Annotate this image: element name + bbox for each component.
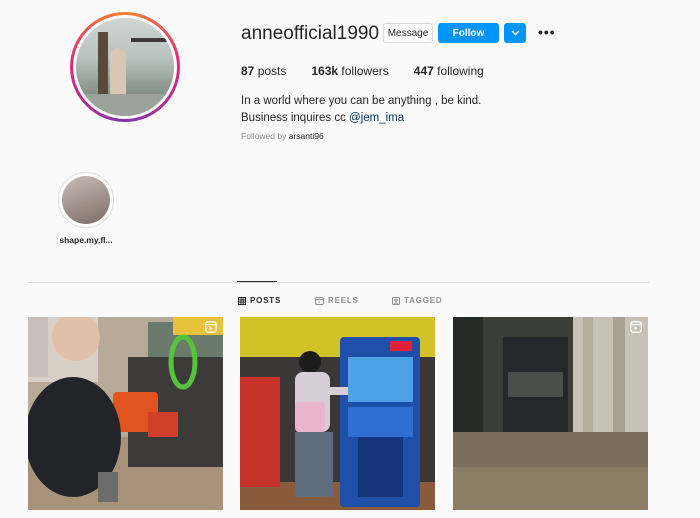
post-thumbnail[interactable] [453, 317, 648, 510]
suggestions-dropdown-button[interactable] [504, 23, 526, 43]
bio-mention-link[interactable]: @jem_ima [349, 112, 404, 124]
tab-posts[interactable]: POSTS [238, 296, 281, 305]
profile-avatar[interactable] [70, 12, 180, 122]
post-thumbnail[interactable] [240, 317, 435, 510]
tab-tagged[interactable]: TAGGED [392, 296, 442, 305]
post-image [28, 317, 223, 510]
avatar-image [76, 18, 174, 116]
followed-by-text: Followed by arsanti96 [241, 131, 324, 141]
posts-count: 87 posts [241, 64, 287, 78]
tab-reels[interactable]: REELS [315, 296, 359, 305]
profile-tabs: POSTS REELS TAGGED [0, 296, 700, 308]
post-image [453, 317, 648, 510]
story-highlight[interactable]: shape.my.fl... [56, 172, 116, 245]
bio-line: In a world where you can be anything , b… [241, 95, 482, 107]
follow-button[interactable]: Follow [438, 23, 499, 43]
grid-icon [238, 296, 246, 305]
profile-bio: In a world where you can be anything , b… [241, 93, 481, 127]
message-button[interactable]: Message [383, 23, 433, 43]
highlight-ring [58, 172, 114, 228]
profile-username: anneofficial1990 [241, 23, 380, 44]
active-tab-indicator [237, 281, 277, 282]
more-options-icon[interactable]: ••• [538, 24, 556, 40]
reel-badge-icon [205, 321, 217, 333]
section-divider [28, 282, 649, 283]
tagged-icon [392, 296, 400, 305]
reels-icon [315, 296, 324, 305]
chevron-down-icon [511, 30, 519, 36]
followed-by-user-link[interactable]: arsanti96 [289, 131, 324, 141]
reel-badge-icon [630, 321, 642, 333]
followers-count[interactable]: 163k followers [311, 64, 388, 78]
following-count[interactable]: 447 following [414, 64, 484, 78]
post-image [240, 317, 435, 510]
bio-line: Business inquires cc @jem_ima [241, 112, 405, 124]
avatar-border [73, 15, 177, 119]
highlight-label: shape.my.fl... [59, 235, 113, 245]
post-thumbnail[interactable] [28, 317, 223, 510]
highlight-cover [62, 176, 110, 224]
profile-stats: 87 posts 163k followers 447 following [241, 64, 509, 78]
